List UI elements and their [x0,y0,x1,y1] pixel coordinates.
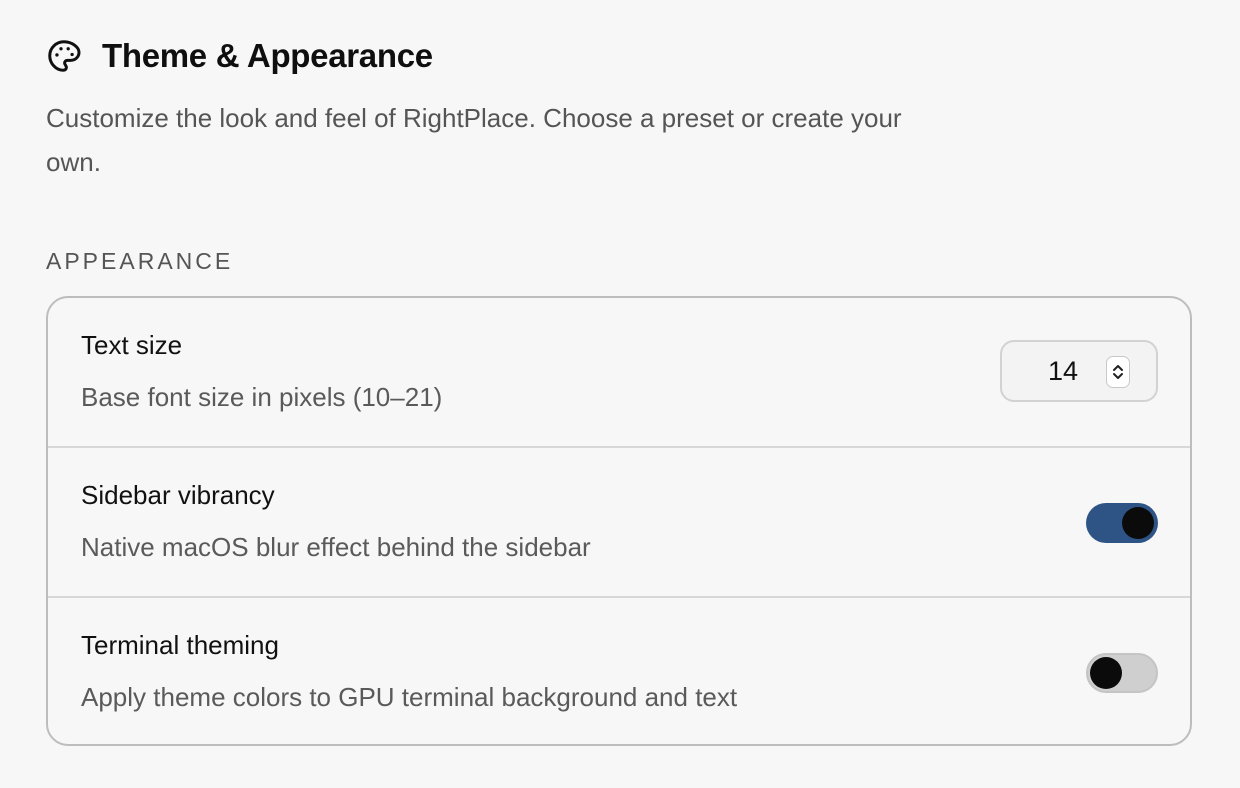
text-size-value[interactable]: 14 [1048,356,1078,387]
palette-icon [46,38,82,74]
chevron-down-icon[interactable] [1111,372,1125,381]
setting-row-terminal-theming: Terminal theming Apply theme colors to G… [48,598,1190,744]
chevron-up-icon[interactable] [1111,363,1125,372]
page-description: Customize the look and feel of RightPlac… [46,103,902,177]
setting-description: Apply theme colors to GPU terminal backg… [81,682,738,712]
setting-label: Text size [81,330,183,360]
text-size-stepper[interactable]: 14 [1000,340,1158,402]
setting-row-text-size: Text size Base font size in pixels (10–2… [48,298,1190,448]
toggle-knob [1122,507,1154,539]
setting-row-sidebar-vibrancy: Sidebar vibrancy Native macOS blur effec… [48,448,1190,598]
appearance-settings-card: Text size Base font size in pixels (10–2… [46,296,1192,746]
page-header: Theme & Appearance [46,36,433,76]
setting-label: Terminal theming [81,630,279,660]
page-title: Theme & Appearance [102,37,433,74]
theme-appearance-page: Theme & Appearance Customize the look an… [0,0,1240,788]
setting-description: Native macOS blur effect behind the side… [81,532,591,562]
toggle-knob [1090,657,1122,689]
setting-label: Sidebar vibrancy [81,480,275,510]
setting-description: Base font size in pixels (10–21) [81,382,443,412]
section-label-appearance: APPEARANCE [46,248,234,274]
sidebar-vibrancy-toggle[interactable] [1086,503,1158,543]
terminal-theming-toggle[interactable] [1086,653,1158,693]
stepper-arrows[interactable] [1106,356,1130,388]
